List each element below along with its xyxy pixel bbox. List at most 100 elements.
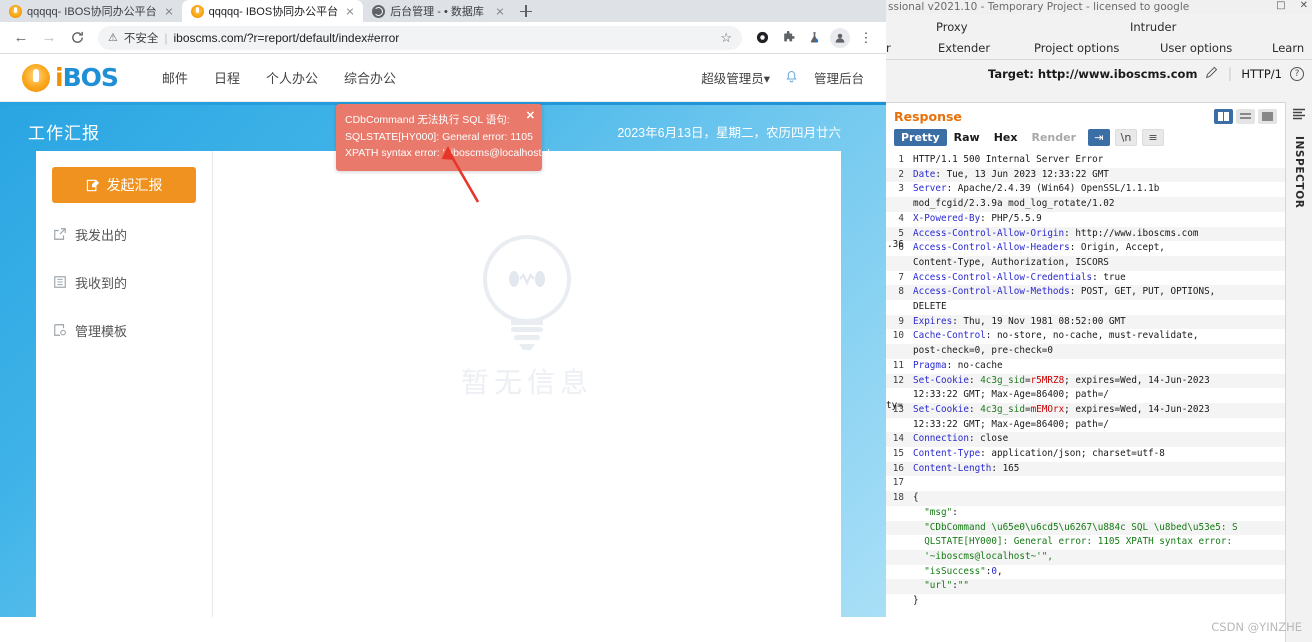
http-version-label[interactable]: HTTP/1 — [1241, 67, 1282, 81]
flask-icon[interactable] — [802, 26, 826, 50]
more-icon[interactable]: ⋮ — [854, 26, 878, 50]
close-icon[interactable]: ✕ — [1300, 0, 1308, 11]
admin-backend-link[interactable]: 管理后台 — [814, 68, 864, 87]
sidebar-item-label: 管理模板 — [75, 323, 128, 339]
nav-item-mail[interactable]: 邮件 — [162, 68, 188, 87]
new-tab-button[interactable] — [513, 0, 539, 22]
inbox-list-icon — [52, 275, 67, 290]
response-line: post-check=0, pre-check=0 — [886, 344, 1285, 359]
burp-menu-bar: Proxy Intruder r Extender Project option… — [886, 14, 1312, 60]
forward-button[interactable]: → — [36, 25, 62, 51]
ibos-logo[interactable]: iBOS — [22, 63, 119, 92]
close-icon[interactable] — [343, 4, 357, 18]
line-number: 3 — [898, 183, 904, 195]
line-text: mod_fcgid/2.3.9a mod_log_rotate/1.02 — [913, 198, 1115, 210]
response-line: Content-Type, Authorization, ISCORS — [886, 255, 1285, 271]
sidebar-item-templates[interactable]: 管理模板 — [52, 313, 196, 347]
response-line: 12:33:22 GMT; Max-Age=86400; path=/ — [886, 418, 1285, 433]
globe-icon — [372, 4, 386, 18]
response-line: 2 Date: Tue, 13 Jun 2023 12:33:22 GMT — [886, 167, 1285, 183]
back-button[interactable]: ← — [8, 25, 34, 51]
response-line: 11 Pragma: no-cache — [886, 359, 1285, 374]
nav-item-personal-office[interactable]: 个人办公 — [266, 68, 318, 87]
browser-tabstrip: qqqqq- IBOS协同办公平台 qqqqq- IBOS协同办公平台 后台管理… — [0, 0, 886, 22]
tab-title: qqqqq- IBOS协同办公平台 — [208, 6, 339, 18]
line-text: Date: Tue, 13 Jun 2023 12:33:22 GMT — [913, 168, 1109, 180]
close-icon[interactable] — [162, 4, 176, 18]
error-line-1: CDbCommand 无法执行 SQL 语句: — [345, 114, 510, 126]
line-text: Expires: Thu, 19 Nov 1981 08:52:00 GMT — [913, 315, 1126, 327]
line-number: 15 — [892, 448, 904, 460]
person-glyph — [835, 33, 845, 43]
menu-extender[interactable]: Extender — [938, 41, 990, 55]
bell-glyph — [786, 70, 797, 82]
pencil-icon[interactable] — [1205, 66, 1218, 82]
response-line: QLSTATE[HY000]: General error: 1105 XPAT… — [886, 535, 1285, 550]
logo-letter-s: S — [100, 63, 119, 92]
line-number — [886, 521, 908, 536]
browser-tab-3[interactable]: 后台管理 - • 数据库 — [363, 0, 514, 22]
line-number — [886, 535, 908, 550]
circle-icon[interactable] — [750, 26, 774, 50]
menu-icon[interactable]: ≡ — [1142, 129, 1164, 146]
line-number — [886, 579, 908, 594]
response-body[interactable]: 1 HTTP/1.1 500 Internal Server Error 2 Date… — [886, 153, 1285, 642]
sidebar-item-received[interactable]: 我收到的 — [52, 265, 196, 299]
bell-icon[interactable] — [784, 70, 800, 86]
newline-icon[interactable]: \n — [1115, 129, 1137, 146]
user-menu[interactable]: 超级管理员▾ — [701, 68, 770, 87]
menu-learn[interactable]: Learn — [1272, 41, 1304, 55]
extensions-icon[interactable] — [776, 26, 800, 50]
profile-icon[interactable] — [828, 26, 852, 50]
response-line: } — [886, 594, 1285, 609]
line-text: "isSuccess":0, — [924, 565, 1003, 577]
single-layout-icon[interactable] — [1258, 108, 1277, 124]
line-text: QLSTATE[HY000]: General error: 1105 XPAT… — [924, 536, 1233, 548]
close-icon[interactable] — [493, 4, 507, 18]
bookmark-star-icon[interactable]: ☆ — [720, 30, 732, 46]
menu-project-options[interactable]: Project options — [1034, 41, 1119, 55]
lightbulb-icon — [483, 235, 571, 350]
tab-raw[interactable]: Raw — [947, 129, 987, 146]
address-bar[interactable]: ⚠ 不安全 | iboscms.com/?r=report/default/in… — [98, 25, 742, 50]
response-line: 1 HTTP/1.1 500 Internal Server Error — [886, 153, 1285, 168]
burp-titlebar: ssional v2021.10 - Temporary Project - l… — [886, 0, 1312, 14]
reload-icon[interactable] — [64, 25, 90, 51]
burp-window-title: ssional v2021.10 - Temporary Project - l… — [888, 1, 1190, 13]
menu-intruder[interactable]: Intruder — [1130, 20, 1176, 34]
response-line: DELETE — [886, 300, 1285, 315]
rows-layout-icon[interactable] — [1236, 108, 1255, 124]
tab-pretty[interactable]: Pretty — [894, 129, 947, 146]
line-number: 14 — [892, 433, 904, 445]
wrap-icon[interactable]: ⇥ — [1088, 129, 1110, 146]
nav-item-calendar[interactable]: 日程 — [214, 68, 240, 87]
line-number: 9 — [898, 315, 904, 327]
menu-partial-left[interactable]: r — [886, 41, 891, 55]
start-report-button[interactable]: 发起汇报 — [52, 167, 196, 203]
line-text: "CDbCommand \u65e0\u6cd5\u6267\u884c SQL… — [924, 521, 1238, 533]
line-text: post-check=0, pre-check=0 — [913, 345, 1053, 357]
menu-proxy[interactable]: Proxy — [936, 20, 968, 34]
inspector-panel[interactable]: INSPECTOR — [1285, 102, 1312, 642]
puzzle-glyph — [783, 31, 795, 42]
browser-tab-2[interactable]: qqqqq- IBOS协同办公平台 — [181, 0, 364, 22]
csdn-watermark: CSDN @YINZHE — [1211, 620, 1302, 634]
browser-tab-1[interactable]: qqqqq- IBOS协同办公平台 — [0, 0, 182, 22]
sidebar-item-sent[interactable]: 我发出的 — [52, 217, 196, 251]
line-text: 12:33:22 GMT; Max-Age=86400; path=/ — [913, 418, 1109, 430]
compose-icon — [86, 179, 99, 191]
menu-user-options[interactable]: User options — [1160, 41, 1232, 55]
tab-hex[interactable]: Hex — [987, 129, 1025, 146]
line-text: Content-Type, Authorization, ISCORS — [913, 256, 1109, 268]
close-icon[interactable]: ✕ — [526, 111, 535, 122]
line-text: Pragma: no-cache — [913, 359, 1003, 371]
omnibox-separator: | — [164, 30, 168, 45]
line-number — [886, 197, 908, 212]
maximize-icon[interactable]: □ — [1276, 0, 1285, 11]
tab-render[interactable]: Render — [1024, 129, 1083, 146]
nav-item-general-office[interactable]: 综合办公 — [344, 68, 396, 87]
question-icon[interactable]: ? — [1290, 67, 1304, 81]
template-gear-icon — [52, 323, 67, 338]
line-number: 10 — [892, 330, 904, 342]
columns-layout-icon[interactable] — [1214, 108, 1233, 124]
